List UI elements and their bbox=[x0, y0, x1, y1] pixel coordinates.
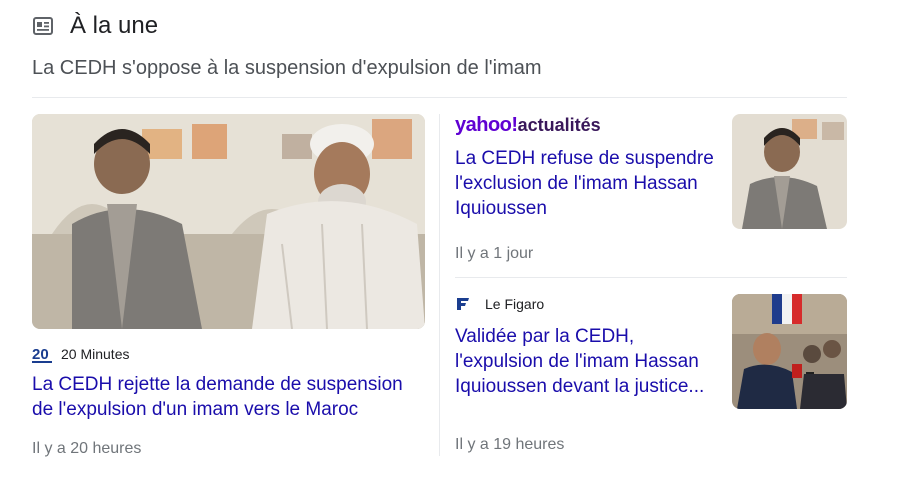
article-time: Il y a 1 jour bbox=[455, 245, 534, 262]
article-time: Il y a 20 heures bbox=[32, 440, 142, 457]
column-divider bbox=[439, 114, 440, 456]
yahoo-logo: yahoo!actualités bbox=[455, 114, 720, 138]
source-name: Le Figaro bbox=[485, 296, 545, 312]
news-card[interactable]: Le Figaro Validée par la CEDH, l'expulsi… bbox=[455, 294, 847, 453]
divider bbox=[455, 277, 847, 278]
le-figaro-logo bbox=[455, 296, 471, 312]
article-image[interactable] bbox=[32, 114, 425, 329]
yahoo-logo-text: yahoo! bbox=[455, 114, 518, 136]
article-headline[interactable]: La CEDH refuse de suspendre l'exclusion … bbox=[455, 146, 720, 221]
article-thumbnail[interactable] bbox=[732, 294, 847, 409]
article-headline[interactable]: Validée par la CEDH, l'expulsion de l'im… bbox=[455, 324, 720, 399]
article-thumbnail[interactable] bbox=[732, 114, 847, 229]
story-subtitle[interactable]: La CEDH s'oppose à la suspension d'expul… bbox=[32, 57, 542, 80]
news-card[interactable]: yahoo!actualités La CEDH refuse de suspe… bbox=[455, 114, 847, 262]
article-headline[interactable]: La CEDH rejette la demande de suspension… bbox=[32, 372, 426, 422]
20-minutes-logo: 20 bbox=[32, 344, 52, 364]
svg-text:20: 20 bbox=[32, 346, 49, 363]
news-icon bbox=[32, 15, 54, 37]
article-source: Le Figaro bbox=[455, 294, 720, 314]
source-name: 20 Minutes bbox=[61, 346, 130, 362]
divider bbox=[32, 97, 847, 98]
section-header: À la une bbox=[32, 12, 158, 40]
yahoo-logo-suffix: actualités bbox=[517, 115, 601, 135]
article-source: 20 20 Minutes bbox=[32, 344, 426, 364]
news-card-main[interactable]: 20 20 Minutes La CEDH rejette la demande… bbox=[32, 114, 426, 458]
section-title: À la une bbox=[70, 12, 159, 39]
article-time: Il y a 19 heures bbox=[455, 436, 565, 453]
